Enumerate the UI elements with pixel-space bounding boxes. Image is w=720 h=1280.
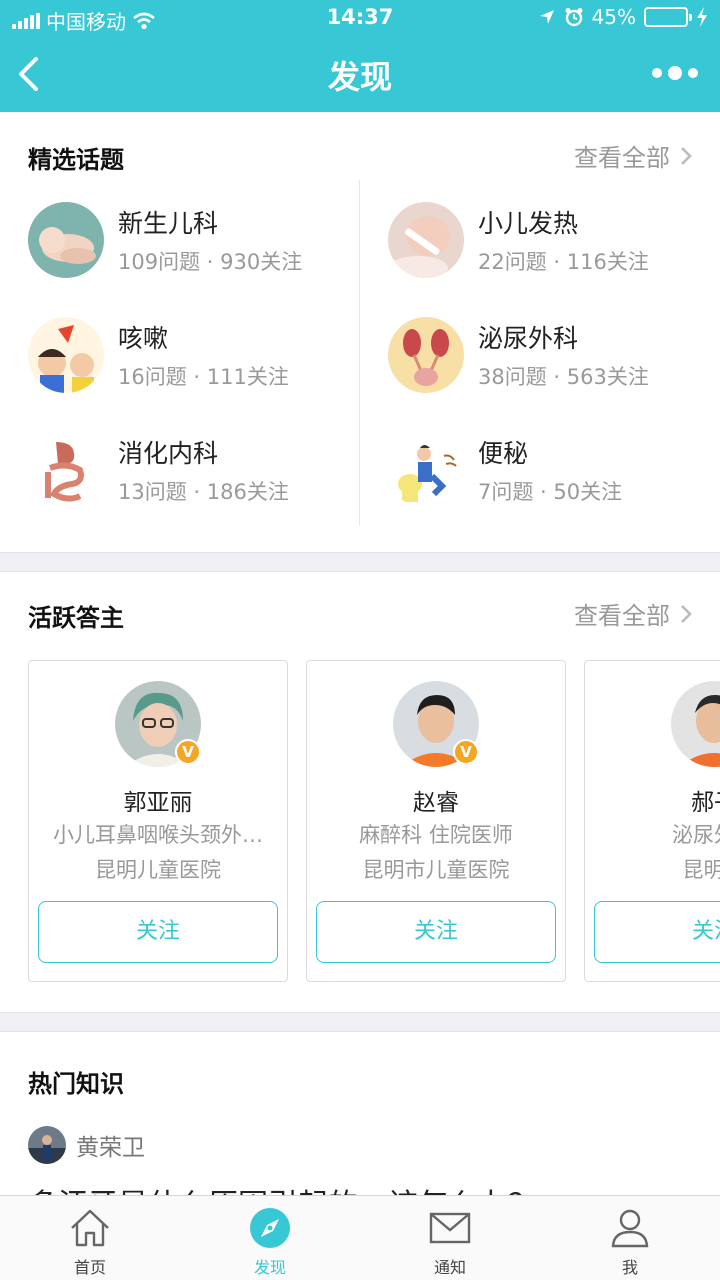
expert-department: 麻醉科 住院医师: [359, 823, 513, 847]
topic-name: 小儿发热: [478, 209, 579, 238]
tab-label: 发现: [253, 1258, 286, 1277]
charging-icon: [697, 7, 707, 27]
person-icon: [611, 1209, 649, 1248]
tab-me[interactable]: 我: [540, 1196, 720, 1280]
top-bar: 中国移动 14:37 45% 发现: [0, 0, 720, 112]
section-divider: [0, 552, 720, 572]
compass-icon: [250, 1208, 290, 1248]
home-icon: [71, 1209, 109, 1247]
topic-meta: 38问题 · 563关注: [478, 365, 649, 389]
topic-name: 消化内科: [118, 439, 219, 468]
status-bar: 中国移动 14:37 45%: [0, 0, 720, 36]
experts-header: 活跃答主 查看全部: [28, 590, 692, 632]
experts-carousel[interactable]: V 郭亚丽 小儿耳鼻咽喉头颈外… 昆明儿童医院 关注 V 赵睿 麻醉科 住院医师…: [28, 660, 720, 982]
tab-bar: 首页 发现 通知 我: [0, 1195, 720, 1280]
topic-name: 便秘: [478, 439, 529, 468]
topic-meta: 16问题 · 111关注: [118, 365, 289, 389]
nav-bar: 发现: [0, 36, 720, 112]
topics-grid: 新生儿科 109问题 · 930关注 小儿发热 22问题 · 116关注 咳嗽 …: [0, 180, 720, 525]
topic-item[interactable]: 消化内科 13问题 · 186关注: [28, 430, 358, 510]
avatar: [28, 1126, 66, 1164]
author-name: 黄荣卫: [76, 1135, 145, 1161]
topic-name: 咳嗽: [118, 324, 169, 353]
expert-department: 小儿耳鼻咽喉头颈外…: [53, 823, 263, 847]
follow-button[interactable]: 关注: [594, 901, 720, 963]
topic-item[interactable]: 小儿发热 22问题 · 116关注: [388, 200, 718, 280]
follow-button[interactable]: 关注: [316, 901, 556, 963]
tab-discover[interactable]: 发现: [180, 1196, 360, 1280]
expert-name: 郭亚丽: [123, 790, 193, 816]
tab-notifications[interactable]: 通知: [360, 1196, 540, 1280]
topic-name: 新生儿科: [118, 209, 219, 238]
constipation-illustration-icon: [388, 432, 464, 508]
expert-card[interactable]: V 郭亚丽 小儿耳鼻咽喉头颈外… 昆明儿童医院 关注: [28, 660, 288, 982]
section-title: 精选话题: [28, 146, 124, 174]
section-divider: [0, 1012, 720, 1032]
topic-meta: 109问题 · 930关注: [118, 250, 303, 274]
avatar: [671, 681, 720, 767]
verified-badge-icon: V: [453, 739, 479, 765]
verified-badge-icon: V: [175, 739, 201, 765]
alarm-icon: [565, 8, 583, 27]
tab-home[interactable]: 首页: [0, 1196, 180, 1280]
expert-department: 泌尿外科: [672, 823, 720, 847]
battery-icon: [644, 7, 692, 27]
view-all-topics-link[interactable]: 查看全部: [574, 138, 692, 173]
expert-hospital: 昆明市儿童医院: [362, 858, 510, 882]
view-all-experts-link[interactable]: 查看全部: [574, 596, 692, 631]
chevron-right-icon: [681, 146, 692, 165]
urinary-illustration-icon: [388, 317, 464, 393]
mail-icon: [429, 1212, 471, 1244]
battery-percent: 45%: [591, 5, 636, 29]
topic-item[interactable]: 新生儿科 109问题 · 930关注: [28, 200, 358, 280]
topic-item[interactable]: 泌尿外科 38问题 · 563关注: [388, 315, 718, 395]
newborn-photo-icon: [28, 202, 104, 278]
location-icon: [539, 10, 554, 24]
expert-name: 郝子: [691, 790, 720, 816]
expert-hospital: 昆明儿童医院: [95, 858, 221, 882]
topic-meta: 13问题 · 186关注: [118, 480, 289, 504]
fever-photo-icon: [388, 202, 464, 278]
page-title: 发现: [327, 58, 392, 96]
digestive-illustration-icon: [28, 432, 104, 508]
column-divider: [359, 180, 360, 525]
section-title: 热门知识: [28, 1070, 124, 1098]
more-menu-icon[interactable]: [652, 66, 698, 80]
chevron-right-icon: [681, 604, 692, 623]
expert-hospital: 昆明儿: [682, 858, 720, 882]
topic-meta: 7问题 · 50关注: [478, 480, 623, 504]
expert-card[interactable]: V 赵睿 麻醉科 住院医师 昆明市儿童医院 关注: [306, 660, 566, 982]
topic-item[interactable]: 咳嗽 16问题 · 111关注: [28, 315, 358, 395]
topic-name: 泌尿外科: [478, 324, 579, 353]
tab-label: 我: [621, 1258, 638, 1277]
follow-button[interactable]: 关注: [38, 901, 278, 963]
expert-card[interactable]: 郝子 泌尿外科 昆明儿 关注: [584, 660, 720, 982]
cough-illustration-icon: [28, 317, 104, 393]
expert-name: 赵睿: [413, 790, 459, 816]
topic-meta: 22问题 · 116关注: [478, 250, 649, 274]
tab-label: 首页: [73, 1258, 106, 1277]
topics-header: 精选话题 查看全部: [28, 132, 692, 174]
tab-label: 通知: [433, 1258, 466, 1277]
article-author[interactable]: 黄荣卫: [28, 1126, 145, 1164]
knowledge-header: 热门知识: [28, 1056, 692, 1098]
section-title: 活跃答主: [28, 604, 124, 632]
topic-item[interactable]: 便秘 7问题 · 50关注: [388, 430, 718, 510]
